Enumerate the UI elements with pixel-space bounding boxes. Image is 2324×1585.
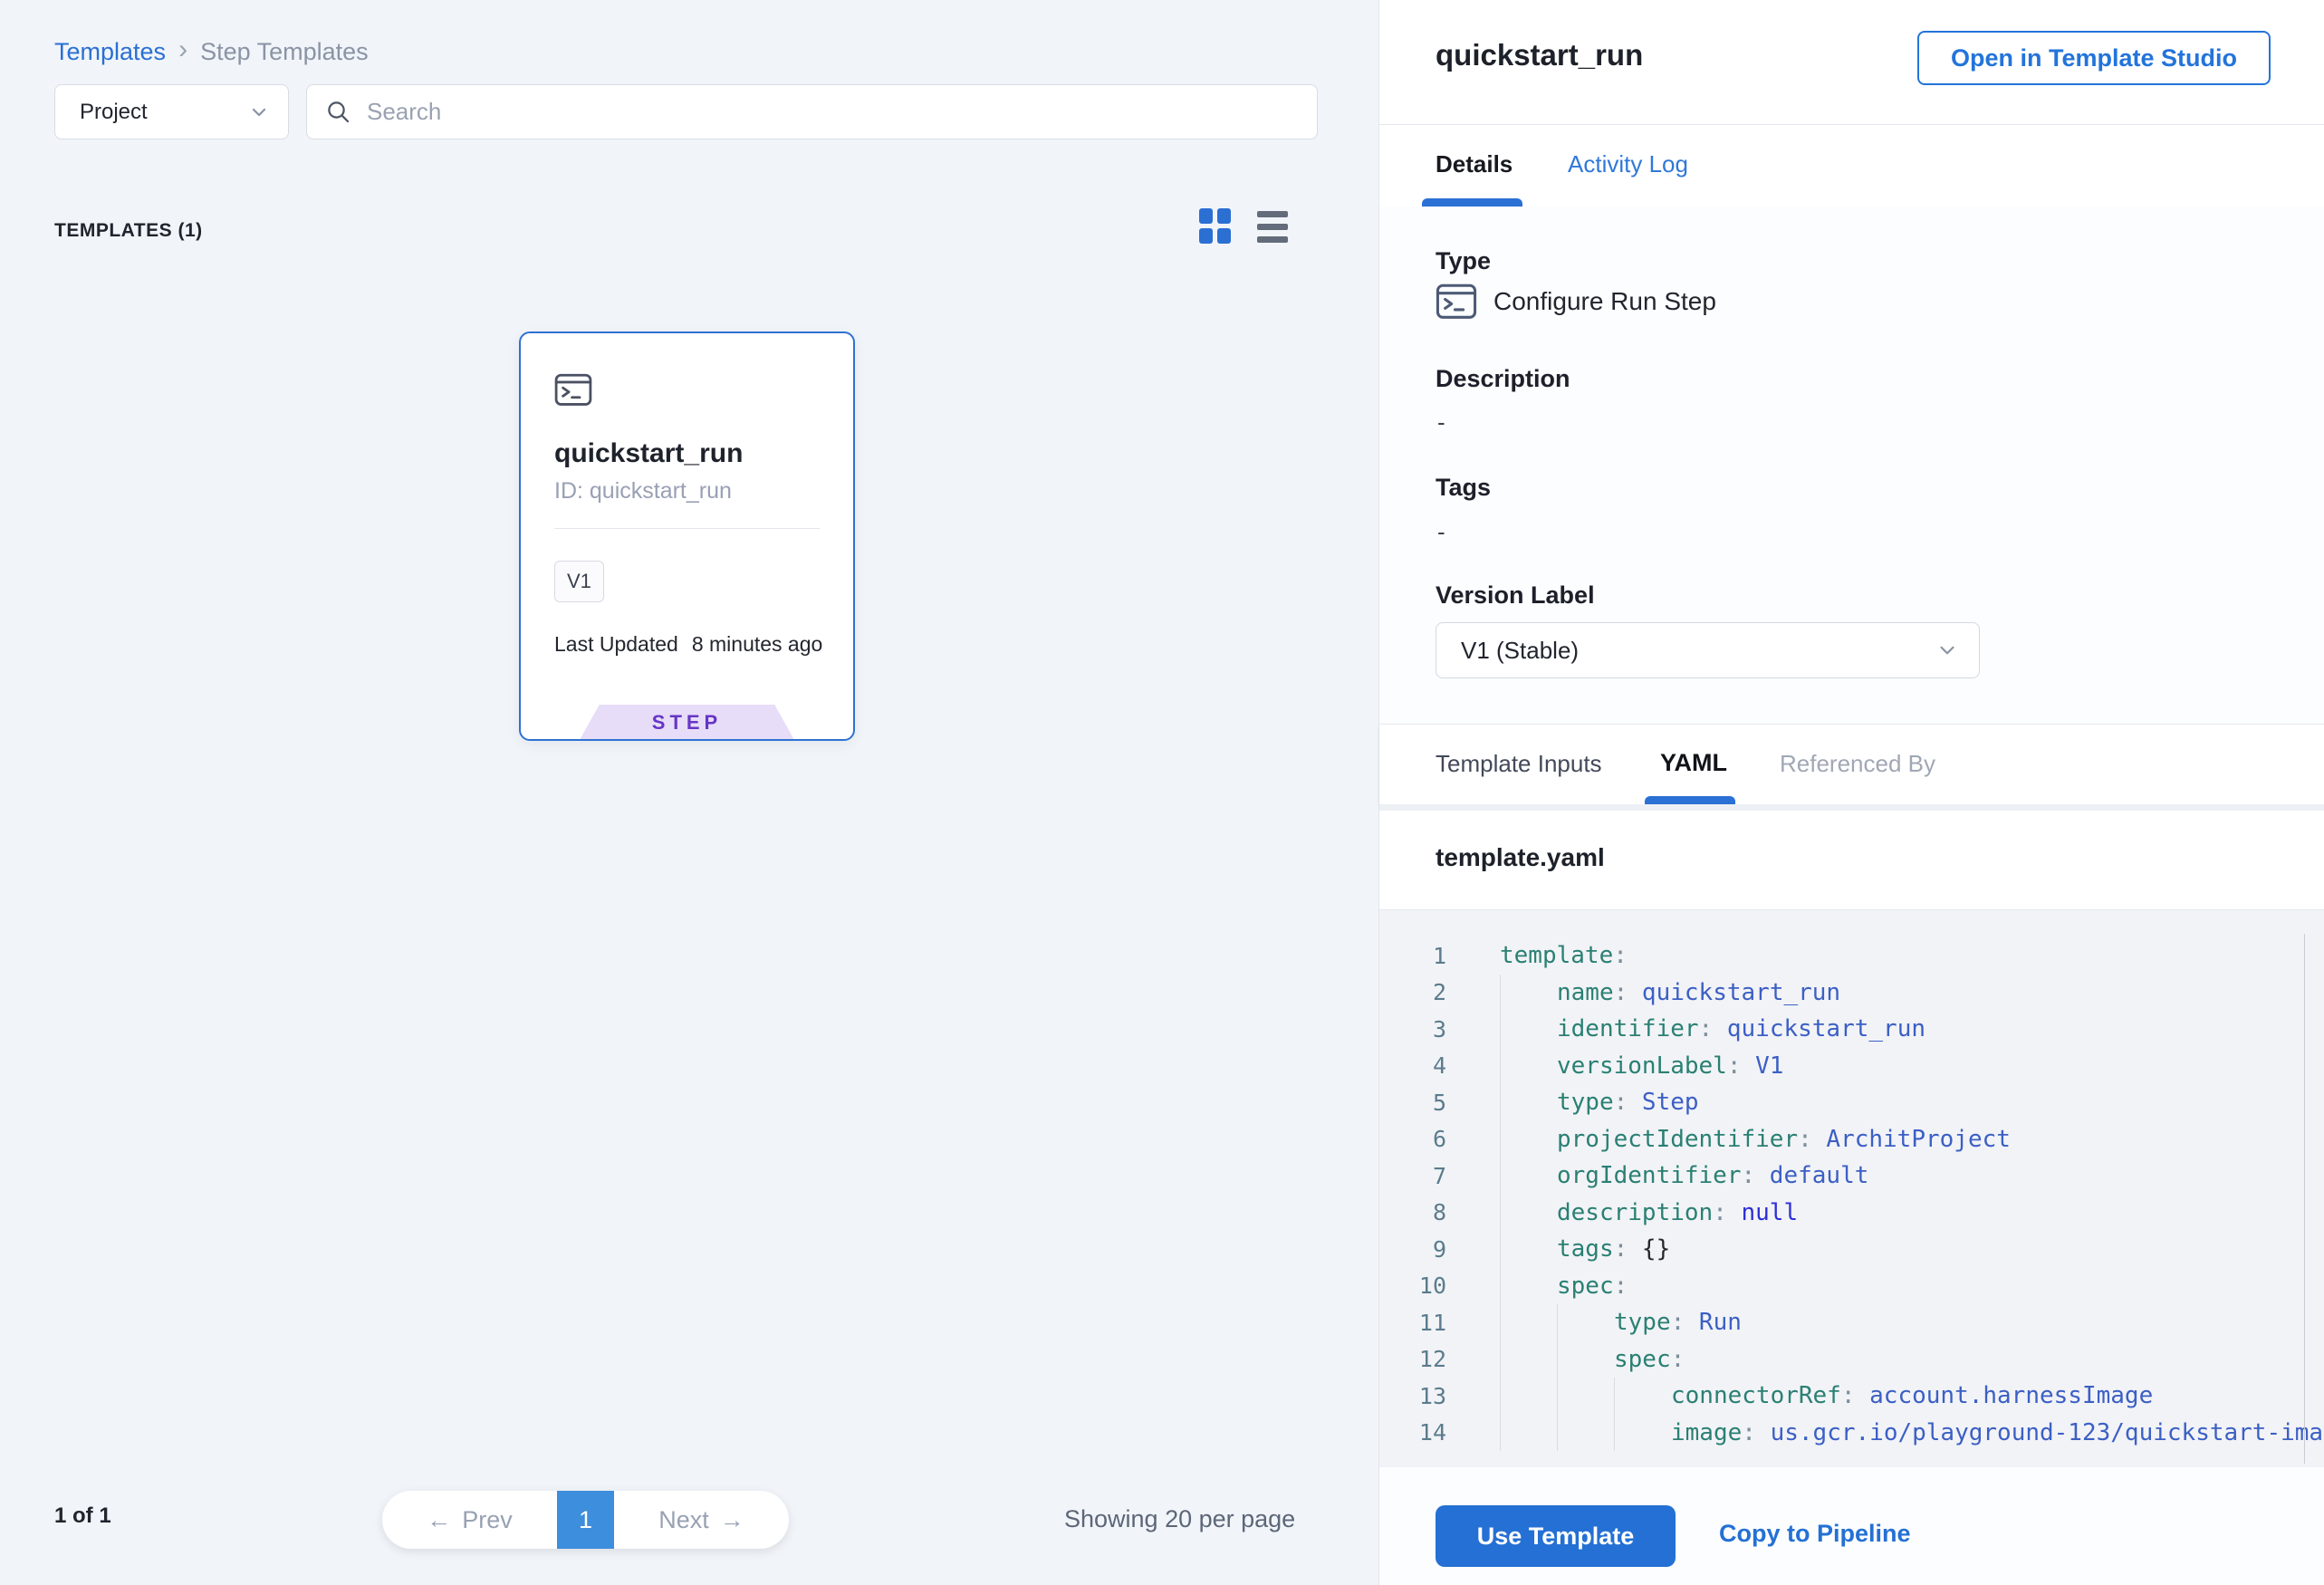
yaml-code-line: 10spec: [1379, 1268, 2324, 1305]
breadcrumb-current: Step Templates [200, 38, 369, 66]
version-badge: V1 [554, 561, 604, 602]
type-value-row: Configure Run Step [1436, 283, 1716, 320]
last-updated-value: 8 minutes ago [692, 632, 822, 657]
yaml-code-line: 4versionLabel: V1 [1379, 1048, 2324, 1085]
tags-label: Tags [1436, 474, 1491, 502]
yaml-code-line: 1template: [1379, 937, 2324, 975]
yaml-code-line: 11type: Run [1379, 1304, 2324, 1341]
arrow-left-icon: ← [427, 1506, 451, 1534]
card-divider [554, 528, 820, 529]
template-card-title: quickstart_run [554, 438, 743, 469]
yaml-code-line: 7orgIdentifier: default [1379, 1158, 2324, 1195]
template-card[interactable]: quickstart_run ID: quickstart_run V1 Las… [519, 331, 855, 741]
entity-type-badge: STEP [581, 705, 794, 739]
view-toggles [1199, 208, 1288, 245]
type-label: Type [1436, 247, 1491, 275]
yaml-code-line: 5type: Step [1379, 1084, 2324, 1121]
yaml-code-line: 9tags: {} [1379, 1231, 2324, 1268]
list-view-icon[interactable] [1257, 209, 1288, 244]
search-icon [325, 99, 352, 126]
copy-to-pipeline-link[interactable]: Copy to Pipeline [1719, 1520, 1911, 1548]
tags-value: - [1437, 518, 1445, 546]
description-label: Description [1436, 365, 1570, 393]
version-dropdown-value: V1 (Stable) [1461, 637, 1935, 665]
search-bar [306, 84, 1318, 139]
version-dropdown[interactable]: V1 (Stable) [1436, 622, 1980, 678]
type-value: Configure Run Step [1493, 287, 1716, 316]
page-count-label: 1 of 1 [54, 1503, 111, 1529]
use-template-button[interactable]: Use Template [1436, 1505, 1676, 1567]
active-subtab-underline [1645, 796, 1735, 804]
yaml-sub-tabs: Template Inputs YAML Referenced By [1379, 725, 2324, 804]
open-template-studio-button[interactable]: Open in Template Studio [1917, 31, 2271, 85]
scope-dropdown-value: Project [80, 100, 248, 125]
details-fields-section: Type Configure Run Step Description - Ta… [1379, 207, 2324, 725]
yaml-file-name: template.yaml [1436, 843, 1605, 872]
per-page-label: Showing 20 per page [1064, 1505, 1295, 1533]
breadcrumb-chevron-icon: › [178, 34, 187, 65]
next-page-button[interactable]: Next → [614, 1491, 789, 1549]
yaml-code-line: 8description: null [1379, 1195, 2324, 1232]
tab-activity-log[interactable]: Activity Log [1568, 150, 1688, 178]
yaml-code-line: 14image: us.gcr.io/playground-123/quicks… [1379, 1415, 2324, 1452]
last-updated-label: Last Updated [554, 632, 678, 657]
tab-details[interactable]: Details [1436, 150, 1513, 178]
yaml-code-line: 6projectIdentifier: ArchitProject [1379, 1121, 2324, 1158]
section-gap [1379, 804, 2324, 811]
arrow-right-icon: → [720, 1506, 744, 1534]
yaml-code-editor[interactable]: 1template:2name: quickstart_run3identifi… [1379, 910, 2324, 1467]
run-step-terminal-icon [1436, 283, 1477, 320]
yaml-code-line: 3identifier: quickstart_run [1379, 1011, 2324, 1048]
details-tabs: Details Activity Log [1379, 125, 2324, 207]
tab-yaml[interactable]: YAML [1660, 749, 1727, 777]
details-footer: Use Template Copy to Pipeline [1379, 1467, 2324, 1585]
scope-dropdown[interactable]: Project [54, 84, 289, 139]
yaml-code-line: 13connectorRef: account.harnessImage [1379, 1378, 2324, 1415]
active-tab-underline [1422, 198, 1522, 207]
details-header: quickstart_run Open in Template Studio [1379, 0, 2324, 125]
breadcrumb-templates-link[interactable]: Templates [54, 38, 166, 66]
breadcrumb: Templates › Step Templates [54, 36, 369, 67]
version-label: Version Label [1436, 581, 1595, 610]
details-title: quickstart_run [1436, 38, 1643, 72]
tab-referenced-by[interactable]: Referenced By [1780, 750, 1935, 778]
templates-list-panel: Templates › Step Templates Project TEMPL… [0, 0, 1378, 1585]
editor-scrollbar[interactable] [2304, 934, 2305, 1464]
template-card-id: ID: quickstart_run [554, 478, 732, 504]
search-input[interactable] [367, 98, 1299, 126]
run-step-terminal-icon [554, 373, 592, 407]
templates-count-label: TEMPLATES (1) [54, 220, 203, 242]
yaml-code-line: 12spec: [1379, 1341, 2324, 1378]
grid-view-icon[interactable] [1199, 208, 1232, 245]
template-details-panel: quickstart_run Open in Template Studio D… [1378, 0, 2324, 1585]
yaml-code-lines: 1template:2name: quickstart_run3identifi… [1379, 937, 2324, 1451]
current-page-button[interactable]: 1 [557, 1491, 614, 1549]
yaml-code-line: 2name: quickstart_run [1379, 975, 2324, 1012]
pagination: ← Prev 1 Next → [382, 1491, 789, 1549]
chevron-down-icon [248, 101, 270, 123]
yaml-file-header: template.yaml [1379, 811, 2324, 910]
description-value: - [1437, 408, 1445, 437]
prev-page-button[interactable]: ← Prev [382, 1491, 557, 1549]
chevron-down-icon [1935, 639, 1959, 662]
tab-template-inputs[interactable]: Template Inputs [1436, 750, 1602, 778]
last-updated-row: Last Updated 8 minutes ago [554, 632, 822, 657]
